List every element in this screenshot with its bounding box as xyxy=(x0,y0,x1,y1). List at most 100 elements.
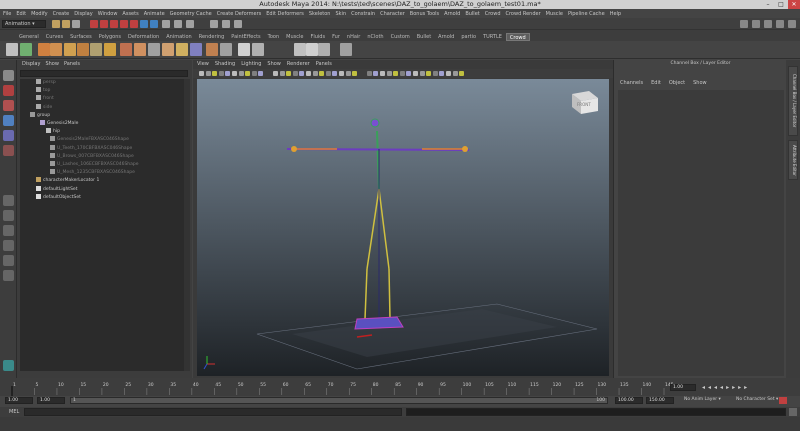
move-tool-icon[interactable] xyxy=(3,115,14,126)
maximize-icon[interactable]: □ xyxy=(775,0,787,9)
shelf-tool-icon[interactable] xyxy=(20,43,32,56)
shelf-tab-arnold[interactable]: Arnold xyxy=(435,33,457,41)
shelf-tab-general[interactable]: General xyxy=(16,33,42,41)
viewport-menu-renderer[interactable]: Renderer xyxy=(287,60,310,69)
status-tool-icon[interactable] xyxy=(110,20,118,28)
shelf-tool-icon[interactable] xyxy=(252,43,264,56)
outliner-menu-display[interactable]: Display xyxy=(22,60,40,69)
menu-geometry-cache[interactable]: Geometry Cache xyxy=(170,11,212,17)
rotate-tool-icon[interactable] xyxy=(3,130,14,141)
shelf-tab-custom[interactable]: Custom xyxy=(388,33,413,41)
viewport-tool-icon[interactable] xyxy=(386,71,392,76)
command-language[interactable]: MEL xyxy=(9,409,19,415)
shelf-tool-icon[interactable] xyxy=(64,43,76,56)
shelf-tool-icon[interactable] xyxy=(90,43,102,56)
status-tool-icon[interactable] xyxy=(52,20,60,28)
menu-pipeline-cache[interactable]: Pipeline Cache xyxy=(568,11,605,17)
viewport-tool-icon[interactable] xyxy=(446,71,451,76)
playback-start-field[interactable]: 1.00 xyxy=(37,397,65,404)
menu-arnold[interactable]: Arnold xyxy=(444,11,460,17)
viewport-tool-icon[interactable] xyxy=(286,71,292,76)
viewport-tool-icon[interactable] xyxy=(393,71,399,76)
viewport-tool-icon[interactable] xyxy=(238,71,244,76)
status-tool-icon[interactable] xyxy=(140,20,148,28)
viewport-tool-icon[interactable] xyxy=(205,71,211,76)
minimize-icon[interactable]: – xyxy=(762,0,774,9)
viewport-tool-icon[interactable] xyxy=(225,71,231,76)
outliner-menu-show[interactable]: Show xyxy=(45,60,59,69)
panel-toggle-icon[interactable] xyxy=(776,20,784,28)
menu-muscle[interactable]: Muscle xyxy=(546,11,563,17)
shelf-tab-deformation[interactable]: Deformation xyxy=(125,33,162,41)
shelf-tab-turtle[interactable]: TURTLE xyxy=(480,33,505,41)
menu-set-selector[interactable]: Animation ▾ xyxy=(2,20,46,28)
shelf-tab-polygons[interactable]: Polygons xyxy=(96,33,124,41)
step-forward-key-icon[interactable]: ▸ xyxy=(732,384,735,391)
shelf-tool-icon[interactable] xyxy=(306,43,318,56)
lasso-tool-icon[interactable] xyxy=(3,85,14,96)
menu-window[interactable]: Window xyxy=(98,11,118,17)
end-time-field[interactable]: 150.00 xyxy=(646,397,674,404)
viewport-tool-icon[interactable] xyxy=(279,71,285,76)
shelf-tool-icon[interactable] xyxy=(6,43,18,56)
outliner-row[interactable]: U_Lashes_106ECBFBXASC046Shape xyxy=(50,161,139,169)
viewport-tool-icon[interactable] xyxy=(432,71,438,76)
outliner-row[interactable]: characterMakerLocator 1 xyxy=(36,177,99,185)
layout-two-icon[interactable] xyxy=(3,225,14,236)
menu-edit-deformers[interactable]: Edit Deformers xyxy=(266,11,304,17)
viewport-menu-panels[interactable]: Panels xyxy=(316,60,332,69)
viewport-tool-icon[interactable] xyxy=(373,71,379,76)
status-tool-icon[interactable] xyxy=(210,20,218,28)
shelf-tool-icon[interactable] xyxy=(104,43,116,56)
shelf-tab-painteffects[interactable]: PaintEffects xyxy=(228,33,263,41)
shelf-tool-icon[interactable] xyxy=(50,43,62,56)
channel-menu-channels[interactable]: Channels xyxy=(620,80,643,86)
outliner-row[interactable]: defaultObjectSet xyxy=(36,193,81,202)
outliner-row[interactable]: U_Teeth_170CBFBXASC046Shape xyxy=(50,144,132,153)
menu-skin[interactable]: Skin xyxy=(335,11,346,17)
viewport-scene[interactable]: FRONT xyxy=(197,79,609,376)
viewport-menu-view[interactable]: View xyxy=(197,60,209,69)
viewport-tool-icon[interactable] xyxy=(212,71,218,76)
menu-edit[interactable]: Edit xyxy=(16,11,26,17)
viewport-tool-icon[interactable] xyxy=(380,71,385,76)
status-tool-icon[interactable] xyxy=(100,20,108,28)
viewport-tool-icon[interactable] xyxy=(292,71,298,76)
status-tool-icon[interactable] xyxy=(120,20,128,28)
outliner-menu-panels[interactable]: Panels xyxy=(64,60,80,69)
shelf-tab-toon[interactable]: Toon xyxy=(265,33,283,41)
viewport-tool-icon[interactable] xyxy=(413,71,418,76)
select-tool-icon[interactable] xyxy=(3,70,14,81)
viewport-tool-icon[interactable] xyxy=(251,71,257,76)
shelf-tool-icon[interactable] xyxy=(77,43,89,56)
tab-channel-box[interactable]: Channel Box / Layer Editor xyxy=(788,66,798,136)
outliner-row[interactable]: U_Mesh_1235CBFBXASC046Shape xyxy=(50,169,135,177)
menu-create-deformers[interactable]: Create Deformers xyxy=(217,11,262,17)
menu-file[interactable]: File xyxy=(3,11,11,17)
viewport-tool-icon[interactable] xyxy=(419,71,425,76)
viewport-tool-icon[interactable] xyxy=(452,71,458,76)
current-time-marker[interactable] xyxy=(11,386,13,396)
command-input[interactable] xyxy=(24,408,402,416)
shelf-tab-crowd[interactable]: Crowd xyxy=(505,33,530,41)
layout-single-icon[interactable] xyxy=(3,195,14,206)
layout-graph-icon[interactable] xyxy=(3,255,14,266)
outliner-row[interactable]: persp xyxy=(36,79,56,87)
menu-crowd-render[interactable]: Crowd Render xyxy=(506,11,541,17)
start-time-field[interactable]: 1.00 xyxy=(5,397,33,404)
step-back-key-icon[interactable]: ◂ xyxy=(714,384,717,391)
viewport-tool-icon[interactable] xyxy=(312,71,318,76)
shelf-tab-rendering[interactable]: Rendering xyxy=(196,33,228,41)
channel-menu-object[interactable]: Object xyxy=(669,80,685,86)
status-tool-icon[interactable] xyxy=(222,20,230,28)
time-slider[interactable]: 1 5 10 15 20 25 30 35 40 45 50 55 60 65 70 75 80 85 90 95 10… xyxy=(0,378,800,396)
viewport-tool-icon[interactable] xyxy=(439,71,445,76)
menu-crowd[interactable]: Crowd xyxy=(485,11,501,17)
go-start-icon[interactable]: ◂ xyxy=(702,384,705,391)
channel-menu-edit[interactable]: Edit xyxy=(651,80,661,86)
menu-character[interactable]: Character xyxy=(380,11,405,17)
layout-outliner-icon[interactable] xyxy=(3,240,14,251)
panel-toggle-icon[interactable] xyxy=(788,20,796,28)
status-tool-icon[interactable] xyxy=(186,20,194,28)
outliner-row[interactable]: group xyxy=(30,111,50,120)
